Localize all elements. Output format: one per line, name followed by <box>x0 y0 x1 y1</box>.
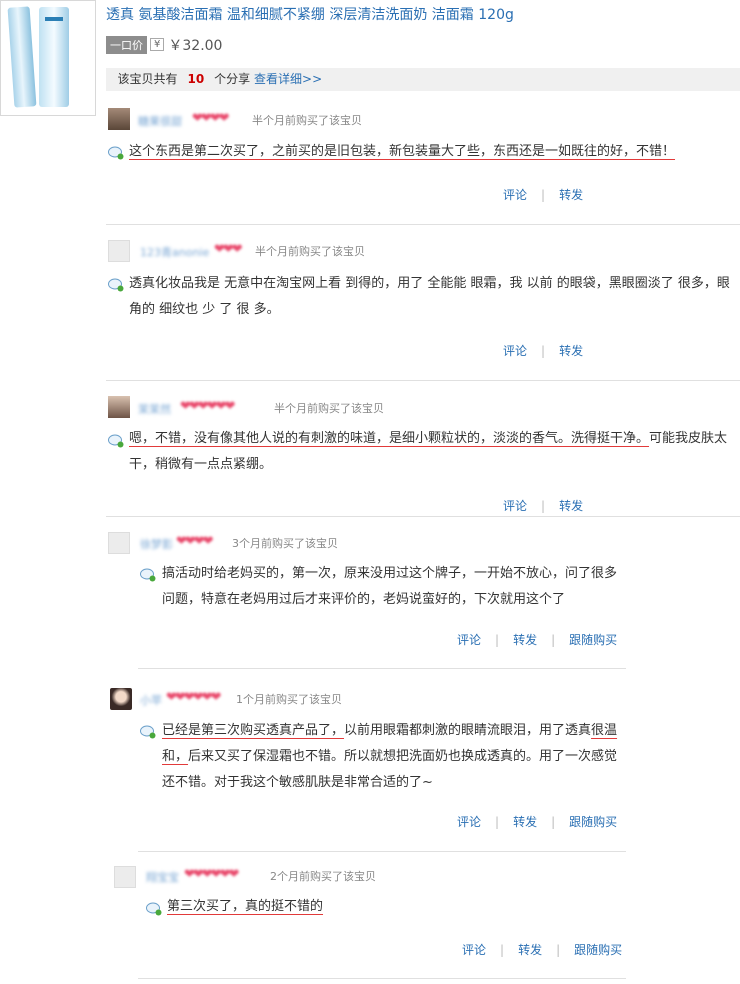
review-divider <box>106 516 740 517</box>
username[interactable]: 徐梦影 <box>140 536 173 552</box>
purchase-time: 2个月前购买了该宝贝 <box>270 870 376 883</box>
comment-bubble-icon <box>108 434 124 448</box>
credit-hearts: ❤❤❤ <box>214 242 243 257</box>
review-text: 第三次买了，真的挺不错的 <box>167 894 607 920</box>
purchase-time: 3个月前购买了该宝贝 <box>232 537 338 550</box>
review-text: 透真化妆品我是 无意中在淘宝网上看 到得的，用了 全能能 眼霜，我 以前 的眼袋… <box>129 276 730 317</box>
purchase-time: 半个月前购买了该宝贝 <box>274 402 384 415</box>
product-box-image <box>39 7 69 107</box>
username[interactable]: 小苹 <box>140 692 162 708</box>
avatar[interactable] <box>108 532 130 554</box>
share-count: 10 <box>187 72 205 86</box>
comment-link[interactable]: 评论 <box>503 499 527 513</box>
comment-bubble-icon <box>108 146 124 160</box>
review-text-highlight: 嗯，不错，没有像其他人说的有刺激的味道，是细小颗粒状的，淡淡的香气。洗得挺干净。 <box>129 431 650 446</box>
comment-bubble-icon <box>140 725 156 739</box>
username[interactable]: 123青anonie <box>140 244 209 260</box>
review-text: 嗯，不错，没有像其他人说的有刺激的味道，是细小颗粒状的，淡淡的香气。洗得挺干净。… <box>129 426 735 478</box>
comment-link[interactable]: 评论 <box>503 344 527 358</box>
review-divider <box>138 978 626 979</box>
view-details-link[interactable]: 查看详细>> <box>254 72 322 86</box>
share-summary-bar: 该宝贝共有 10 个分享 查看详细>> <box>106 68 740 91</box>
product-title-link[interactable]: 透真 氨基酸洁面霜 温和细腻不紧绷 深层清洁洗面奶 洁面霜 120g <box>106 4 514 24</box>
follow-purchase-link[interactable]: 跟随购买 <box>574 943 622 957</box>
review-text-middle: 以前用眼霜都刺激的眼睛流眼泪，用了透真 <box>344 723 592 738</box>
product-tube-image <box>7 6 37 108</box>
review-divider <box>106 224 740 225</box>
comment-bubble-icon <box>146 902 162 916</box>
username[interactable]: 糖果很甜 <box>138 113 182 129</box>
comment-link[interactable]: 评论 <box>457 815 481 829</box>
avatar[interactable] <box>108 108 130 130</box>
avatar[interactable] <box>108 396 130 418</box>
review-actions: 评论 | 转发 | 跟随购买 <box>457 815 618 829</box>
review-text: 搞活动时给老妈买的，第一次，原来没用过这个牌子，一开始不放心，问了很多问题，特意… <box>162 566 618 607</box>
avatar[interactable] <box>110 688 132 710</box>
username[interactable]: 茉茉然 <box>138 401 171 417</box>
forward-link[interactable]: 转发 <box>559 344 583 358</box>
review-actions: 评论 | 转发 | 跟随购买 <box>457 633 618 647</box>
comment-link[interactable]: 评论 <box>503 188 527 202</box>
purchase-time: 半个月前购买了该宝贝 <box>252 114 362 127</box>
review-text-highlight: 这个东西是第二次买了，之前买的是旧包装，新包装量大了些，东西还是一如既往的好，不… <box>129 144 676 159</box>
share-prefix: 该宝贝共有 <box>117 72 178 86</box>
price-value: ￥32.00 <box>168 37 223 54</box>
comment-link[interactable]: 评论 <box>462 943 486 957</box>
price-type-label: 一口价 <box>106 35 147 54</box>
review-actions: 评论 | 转发 <box>503 499 584 513</box>
product-box-label <box>45 17 63 21</box>
credit-hearts: ❤❤❤❤❤❤ <box>166 690 221 705</box>
review-divider <box>106 380 740 381</box>
purchase-time: 半个月前购买了该宝贝 <box>255 245 365 258</box>
share-suffix: 个分享 <box>214 72 251 86</box>
credit-hearts: ❤❤❤❤ <box>176 534 214 549</box>
forward-link[interactable]: 转发 <box>559 499 583 513</box>
purchase-time: 1个月前购买了该宝贝 <box>236 693 342 706</box>
currency-icon: ¥ <box>150 38 165 51</box>
review-text-rest: 后来又买了保湿霜也不错。所以就想把洗面奶也换成透真的。用了一次感觉还不错。对于我… <box>162 749 618 790</box>
review-actions: 评论 | 转发 <box>503 344 584 358</box>
forward-link[interactable]: 转发 <box>559 188 583 202</box>
comment-bubble-icon <box>108 278 124 292</box>
review-text: 这个东西是第二次买了，之前买的是旧包装，新包装量大了些，东西还是一如既往的好，不… <box>129 139 729 165</box>
credit-hearts: ❤❤❤❤❤❤ <box>180 399 235 414</box>
forward-link[interactable]: 转发 <box>513 815 537 829</box>
avatar[interactable] <box>108 240 130 262</box>
forward-link[interactable]: 转发 <box>513 633 537 647</box>
comment-bubble-icon <box>140 568 156 582</box>
review-actions: 评论 | 转发 | 跟随购买 <box>462 943 623 957</box>
price-row: 一口价 ¥ ￥32.00 <box>106 34 223 54</box>
avatar[interactable] <box>114 866 136 888</box>
review-text-highlight: 第三次买了，真的挺不错的 <box>167 899 324 914</box>
comment-link[interactable]: 评论 <box>457 633 481 647</box>
credit-hearts: ❤❤❤❤❤❤ <box>184 867 239 882</box>
username[interactable]: 翔宝宝 <box>146 869 179 885</box>
follow-purchase-link[interactable]: 跟随购买 <box>569 815 617 829</box>
credit-hearts: ❤❤❤❤ <box>192 111 230 126</box>
forward-link[interactable]: 转发 <box>518 943 542 957</box>
review-text-highlight: 已经是第三次购买透真产品了， <box>162 723 345 738</box>
review-divider <box>138 668 626 669</box>
product-thumbnail[interactable] <box>0 0 96 116</box>
follow-purchase-link[interactable]: 跟随购买 <box>569 633 617 647</box>
review-actions: 评论 | 转发 <box>503 188 584 202</box>
review-text: 已经是第三次购买透真产品了，以前用眼霜都刺激的眼睛流眼泪，用了透真很温和，后来又… <box>162 718 628 796</box>
review-divider <box>138 851 626 852</box>
